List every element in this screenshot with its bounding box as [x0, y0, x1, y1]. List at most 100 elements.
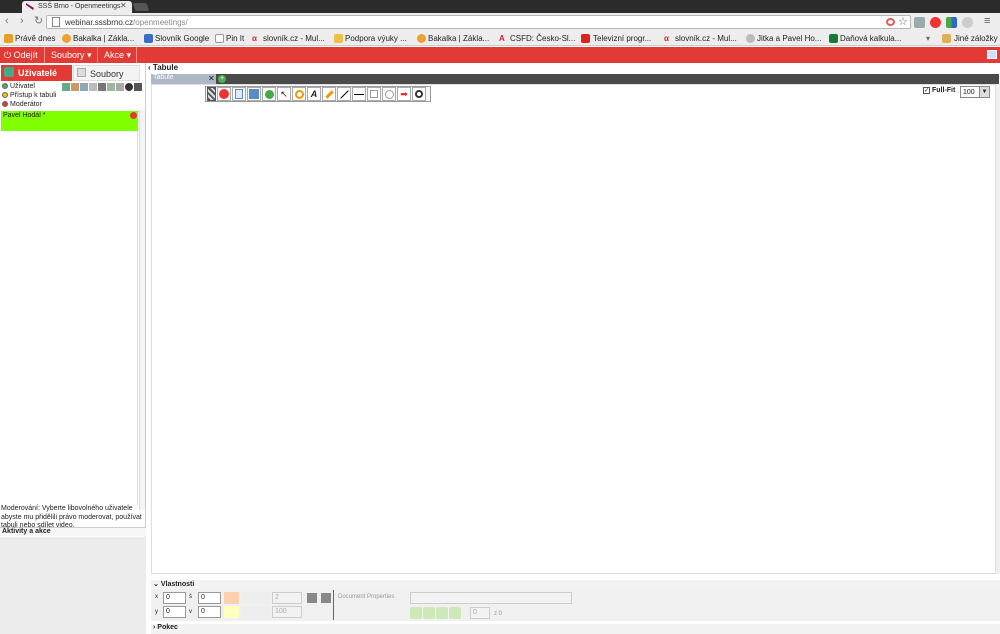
fullfit-checkbox[interactable]: ✓: [923, 87, 930, 94]
close-icon[interactable]: ✕: [208, 74, 215, 83]
italic-icon[interactable]: [321, 593, 331, 603]
height-field[interactable]: 0: [198, 606, 221, 618]
line-color-picker[interactable]: [255, 592, 270, 604]
pointer-icon[interactable]: ↖: [277, 87, 291, 101]
first-page-icon[interactable]: [410, 607, 422, 619]
ellipse-icon[interactable]: [382, 87, 396, 101]
activities-header[interactable]: Aktivity a akce: [0, 527, 146, 536]
camera-icon[interactable]: [116, 83, 124, 91]
next-page-icon[interactable]: [436, 607, 448, 619]
computer-icon[interactable]: [80, 83, 88, 91]
add-user-icon[interactable]: [107, 83, 115, 91]
page-icon: [52, 17, 60, 27]
bookmark-icon: α: [252, 34, 257, 43]
power-icon: ⏻: [4, 50, 12, 60]
whiteboard-canvas[interactable]: [151, 84, 996, 574]
cast-icon[interactable]: [886, 18, 895, 26]
opacity-value: 100: [275, 608, 287, 615]
back-icon[interactable]: ‹: [5, 15, 9, 27]
other-bookmarks[interactable]: Jiné záložky: [954, 34, 998, 43]
bookmark-icon: [417, 34, 426, 43]
bookmark-item[interactable]: Právě dnes: [15, 34, 55, 43]
whiteboard-scrollbar[interactable]: [996, 84, 1000, 574]
new-tab-button[interactable]: [132, 3, 150, 11]
screen-icon[interactable]: [89, 83, 97, 91]
actions-menu[interactable]: Akce ▾: [99, 47, 137, 63]
bookmark-item[interactable]: Jitka a Pavel Ho...: [757, 34, 821, 43]
bookmark-item[interactable]: slovník.cz - Mul...: [263, 34, 325, 43]
rectangle-icon[interactable]: [367, 87, 381, 101]
clear-icon[interactable]: [217, 87, 231, 101]
microphone-icon[interactable]: [125, 83, 133, 91]
opera-icon[interactable]: [930, 17, 941, 28]
users-group-icon[interactable]: [71, 83, 79, 91]
screen-share-icon[interactable]: [987, 50, 997, 59]
save-icon[interactable]: [247, 87, 261, 101]
bold-icon[interactable]: [307, 593, 317, 603]
line-width-select[interactable]: 2: [272, 592, 302, 604]
page-field[interactable]: 0: [470, 607, 490, 619]
width-value: 0: [201, 594, 205, 601]
prev-page-icon[interactable]: [423, 607, 435, 619]
x-value: 0: [166, 594, 170, 601]
fill-color-toggle[interactable]: [241, 606, 256, 618]
bookmark-item[interactable]: Slovník Google: [155, 34, 209, 43]
bookmark-item[interactable]: Pin It: [226, 34, 244, 43]
divider: [333, 590, 334, 620]
document-select[interactable]: [410, 592, 572, 604]
bookmark-item[interactable]: Daňová kalkula...: [840, 34, 901, 43]
clipart-icon[interactable]: [292, 87, 306, 101]
whiteboard-header[interactable]: ‹ Tabule: [148, 63, 178, 72]
files-menu[interactable]: Soubory ▾: [46, 47, 98, 63]
fill-color-swatch[interactable]: [224, 606, 239, 618]
bookmark-item[interactable]: CSFD: Česko-Sl...: [510, 34, 575, 43]
bookmark-item[interactable]: Podpora výuky ...: [345, 34, 407, 43]
address-bar[interactable]: webinar.sssbrno.cz/openmeetings/: [46, 15, 911, 29]
text-icon[interactable]: A: [307, 87, 321, 101]
last-page-icon[interactable]: [449, 607, 461, 619]
user-list-item[interactable]: Pavel Hodál *: [1, 111, 138, 131]
users-tool-icon[interactable]: [62, 83, 70, 91]
browser-tab[interactable]: SSŠ Brno - Openmeetings: [22, 1, 132, 13]
reload-icon[interactable]: ↻: [34, 14, 43, 27]
width-field[interactable]: 0: [198, 592, 221, 604]
pen-icon[interactable]: [98, 83, 106, 91]
bookmark-item[interactable]: Bakalka | Zákla...: [428, 34, 489, 43]
arrow-icon[interactable]: ➡: [397, 87, 411, 101]
line-color-swatch[interactable]: [224, 592, 239, 604]
menu-icon[interactable]: ≡: [984, 15, 990, 27]
bookmark-item[interactable]: Bakalka | Zákla...: [73, 34, 134, 43]
user-list-scrollbar[interactable]: [139, 110, 145, 510]
star-icon[interactable]: ☆: [898, 15, 908, 28]
underline-icon[interactable]: [352, 87, 366, 101]
add-whiteboard-icon[interactable]: +: [218, 75, 226, 83]
chevron-down-icon[interactable]: ▼: [979, 86, 990, 98]
fill-color-picker[interactable]: [255, 606, 270, 618]
extension-icon[interactable]: [914, 17, 925, 28]
whiteboard-tab[interactable]: Tabule: [151, 74, 216, 84]
document-icon[interactable]: [232, 87, 246, 101]
extension-globe-icon[interactable]: [962, 17, 973, 28]
extension-grid-icon[interactable]: [946, 17, 957, 28]
chevron-down-icon[interactable]: ▾: [926, 34, 930, 43]
y-field[interactable]: 0: [163, 606, 186, 618]
paint-icon[interactable]: [322, 87, 336, 101]
mute-icon[interactable]: [134, 83, 142, 91]
logout-button[interactable]: ⏻ Odejít: [0, 47, 45, 63]
whiteboard-title: Tabule: [152, 63, 179, 72]
close-tab-icon[interactable]: ✕: [120, 1, 127, 10]
line-color-toggle[interactable]: [241, 592, 256, 604]
refresh-icon[interactable]: [262, 87, 276, 101]
line-icon[interactable]: [337, 87, 351, 101]
properties-header[interactable]: ⌄ Vlastnosti: [151, 580, 1000, 589]
document-properties-label: Document Properties: [338, 594, 395, 600]
x-field[interactable]: 0: [163, 592, 186, 604]
drag-handle[interactable]: [207, 87, 216, 101]
chat-header[interactable]: › Pokec: [151, 624, 1000, 634]
zoom-icon[interactable]: [412, 87, 426, 101]
opacity-select[interactable]: 100: [272, 606, 302, 618]
page-navigator: [410, 607, 462, 621]
bookmark-item[interactable]: slovník.cz - Mul...: [675, 34, 737, 43]
bookmark-item[interactable]: Televizní progr...: [593, 34, 651, 43]
forward-icon[interactable]: ›: [20, 15, 24, 27]
